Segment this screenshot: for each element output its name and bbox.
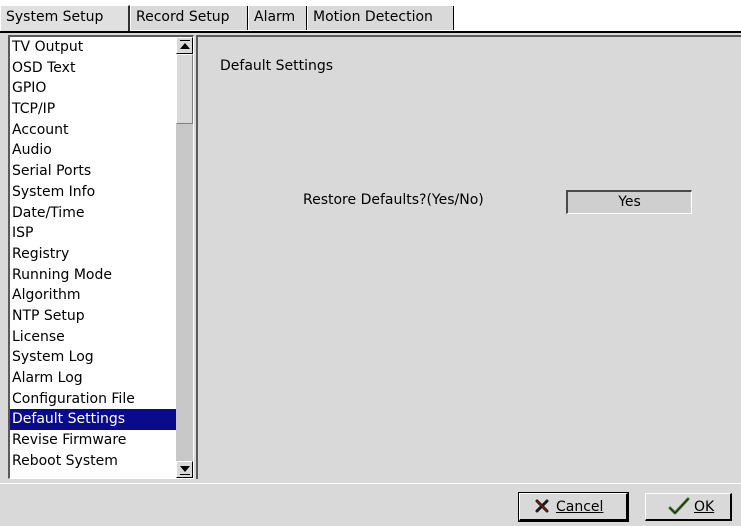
sidebar-item-license[interactable]: License (10, 327, 176, 348)
sidebar-item-tcp-ip[interactable]: TCP/IP (10, 99, 176, 120)
checkmark-icon (668, 497, 690, 515)
content-area: Default Settings Restore Defaults?(Yes/N… (196, 35, 741, 479)
ok-label: OK (694, 499, 715, 515)
sidebar-item-registry[interactable]: Registry (10, 244, 176, 265)
section-title: Default Settings (220, 58, 334, 74)
ok-button[interactable]: OK (645, 493, 732, 521)
scroll-thumb[interactable] (176, 54, 193, 124)
restore-defaults-label: Restore Defaults?(Yes/No) (303, 192, 484, 208)
sidebar-item-running-mode[interactable]: Running Mode (10, 265, 176, 286)
sidebar-item-default-settings[interactable]: Default Settings (10, 409, 176, 431)
sidebar-item-account[interactable]: Account (10, 120, 176, 141)
restore-defaults-selector[interactable]: Yes (566, 190, 692, 214)
sidebar-item-alarm-log[interactable]: Alarm Log (10, 368, 176, 389)
list-scrollbar[interactable] (176, 37, 193, 478)
tab-bar: System Setup Record Setup Alarm Motion D… (0, 0, 741, 33)
sidebar-item-ntp-setup[interactable]: NTP Setup (10, 306, 176, 327)
sidebar-item-date-time[interactable]: Date/Time (10, 203, 176, 224)
bottom-bar: Cancel OK (0, 483, 741, 526)
sidebar-item-serial-ports[interactable]: Serial Ports (10, 161, 176, 182)
sidebar-item-system-info[interactable]: System Info (10, 182, 176, 203)
tab-alarm[interactable]: Alarm (249, 6, 307, 30)
scroll-up-bar (180, 40, 190, 41)
sidebar-item-revise-firmware[interactable]: Revise Firmware (10, 430, 176, 451)
sidebar-item-audio[interactable]: Audio (10, 140, 176, 161)
arrow-down-icon (180, 466, 190, 472)
cancel-label: Cancel (556, 499, 604, 515)
tab-record-setup[interactable]: Record Setup (131, 6, 248, 30)
scroll-down-button[interactable] (176, 461, 193, 478)
cancel-button[interactable]: Cancel (518, 492, 629, 522)
settings-list-frame: TV Output OSD Text GPIO TCP/IP Account Audio S… (8, 35, 194, 479)
sidebar-item-isp[interactable]: ISP (10, 223, 176, 244)
sidebar-item-configuration-file[interactable]: Configuration File (10, 389, 176, 410)
scroll-up-button[interactable] (176, 37, 193, 54)
arrow-up-icon (180, 43, 190, 49)
sidebar-item-system-log[interactable]: System Log (10, 347, 176, 368)
sidebar-item-gpio[interactable]: GPIO (10, 78, 176, 99)
sidebar-item-osd-text[interactable]: OSD Text (10, 58, 176, 79)
tab-system-setup[interactable]: System Setup (0, 5, 130, 32)
tab-motion-detection[interactable]: Motion Detection (308, 6, 454, 30)
sidebar-item-reboot-system[interactable]: Reboot System (10, 451, 176, 472)
scroll-down-bar (180, 474, 190, 475)
settings-panel: TV Output OSD Text GPIO TCP/IP Account Audio S… (0, 33, 741, 483)
sidebar-item-algorithm[interactable]: Algorithm (10, 285, 176, 306)
sidebar-item-tv-output[interactable]: TV Output (10, 37, 176, 58)
x-mark-icon (535, 499, 549, 513)
settings-list: TV Output OSD Text GPIO TCP/IP Account Audio S… (10, 37, 176, 478)
